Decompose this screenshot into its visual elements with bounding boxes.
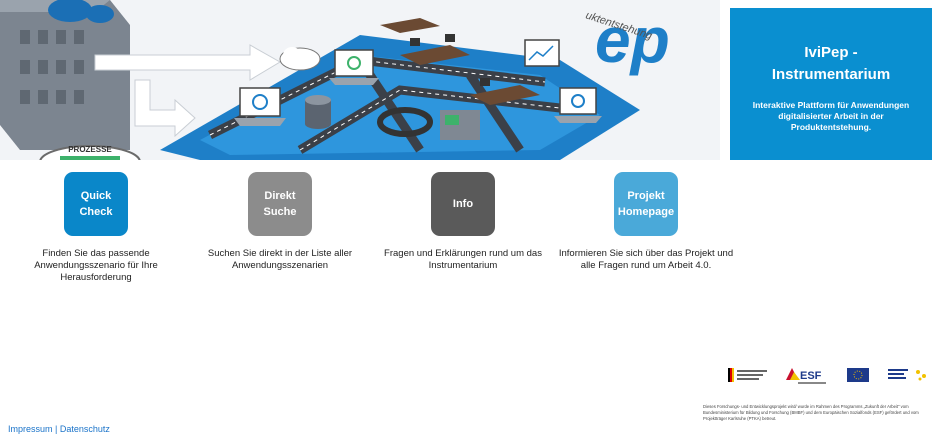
quick-check-button[interactable]: Quick Check <box>64 172 128 236</box>
app-subtitle: Interaktive Plattform für Anwendungen di… <box>752 100 910 132</box>
quick-check-description: Finden Sie das passende Anwendungsszenar… <box>34 248 158 283</box>
app-title-line1: IviPep - <box>804 44 858 61</box>
esf-logo: ESF <box>786 368 826 384</box>
svg-text:PROZESSE: PROZESSE <box>68 145 112 154</box>
funding-notice: Dieses Forschungs- und Entwicklungsproje… <box>703 404 919 421</box>
projekt-homepage-description: Informieren Sie sich über das Projekt un… <box>558 248 734 271</box>
tile-label-line1: Info <box>452 198 474 210</box>
svg-text:ESF: ESF <box>800 370 822 382</box>
direkt-suche-button[interactable]: Direkt Suche <box>248 172 312 236</box>
footer-separator: | <box>55 424 58 434</box>
app-title-line2: Instrumentarium <box>771 66 891 83</box>
building-shape <box>0 0 130 150</box>
bmbf-logo <box>728 368 767 382</box>
tile-label-line2: Homepage <box>617 206 675 218</box>
impressum-link[interactable]: Impressum <box>8 424 53 434</box>
title-panel: IviPep - Instrumentarium Interaktive Pla… <box>730 8 932 160</box>
isometric-factory-graphic: ep uktentstehung PROZESSE <box>0 0 720 160</box>
info-description: Fragen und Erklärungen rund um das Instr… <box>384 248 542 271</box>
tile-label-line1: Projekt <box>627 190 665 202</box>
sponsor-logos: ESF <box>728 364 932 394</box>
eu-flag-logo <box>847 368 869 382</box>
footer-links: Impressum | Datenschutz <box>8 424 110 434</box>
tile-label-line2: Suche <box>263 206 297 218</box>
database-icon <box>305 95 331 129</box>
info-button[interactable]: Info <box>431 172 495 236</box>
tile-label-line1: Direkt <box>264 190 296 202</box>
datenschutz-link[interactable]: Datenschutz <box>60 424 110 434</box>
tile-label-line1: Quick <box>80 190 112 202</box>
tile-label-line2: Check <box>79 206 113 218</box>
direkt-suche-description: Suchen Sie direkt in der Liste aller Anw… <box>207 248 353 271</box>
projekt-homepage-button[interactable]: Projekt Homepage <box>614 172 678 236</box>
hero-illustration: ep uktentstehung PROZESSE <box>0 0 720 160</box>
zukunft-logo <box>888 369 926 381</box>
